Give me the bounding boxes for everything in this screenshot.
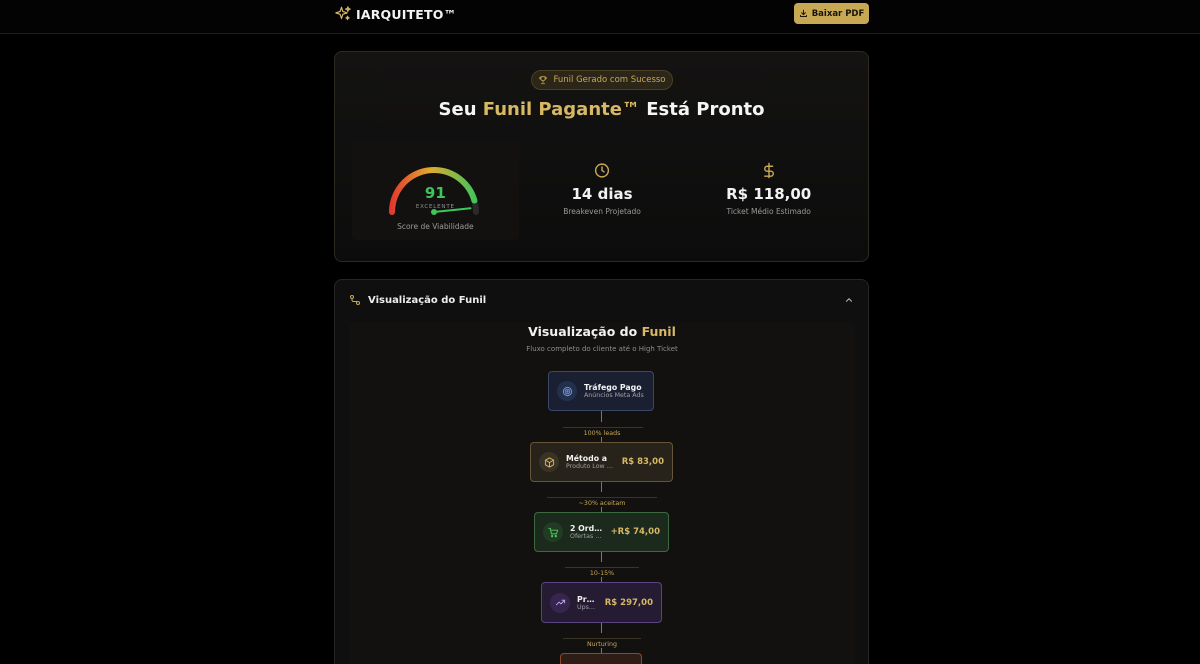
funnel-node-traffic[interactable]: Tráfego Pago Anúncios Meta Ads (548, 371, 654, 411)
node-subtitle: Upsell... (577, 603, 598, 611)
funnel-visualization: Visualização do Funil Fluxo completo do … (349, 322, 855, 664)
viz-title-pre: Visualização do (528, 324, 638, 339)
chevron-up-icon[interactable] (844, 295, 854, 308)
viz-title: Visualização do Funil (349, 324, 855, 339)
ticket-metric: R$ 118,00 Ticket Médio Estimado (685, 140, 852, 240)
dollar-icon (763, 162, 774, 179)
node-subtitle: Ofertas no... (570, 533, 604, 540)
funnel-node-high-ticket[interactable] (560, 653, 642, 664)
cart-icon (543, 522, 563, 542)
node-price: +R$ 74,00 (610, 527, 660, 537)
funnel-section-header[interactable]: Visualização do Funil (349, 294, 486, 306)
title-highlight: Funil Pagante™ (482, 99, 640, 120)
breakeven-metric: 14 dias Breakeven Projetado (519, 140, 686, 240)
score-metric: 91 EXCELENTE Score de Viabilidade (352, 140, 519, 240)
funnel-node-low-ticket[interactable]: Método a Produto Low T... R$ 83,00 (530, 442, 673, 482)
node-title: Método a (566, 454, 608, 463)
node-title: Pro... (577, 594, 598, 604)
brand-name: IARQUITETO™ (356, 6, 457, 22)
workflow-icon (350, 295, 360, 305)
node-price: R$ 297,00 (604, 597, 653, 608)
connector-label: 100% leads (579, 430, 625, 437)
title-pre: Seu (438, 99, 477, 120)
metrics-row: 91 EXCELENTE Score de Viabilidade 14 dia… (352, 140, 852, 240)
funnel-connector: Nurturing (539, 623, 665, 653)
node-price: R$ 83,00 (621, 457, 664, 467)
connector-label: ~30% aceitam (574, 500, 630, 507)
trophy-icon (539, 76, 548, 85)
score-tag: EXCELENTE (415, 204, 455, 210)
node-subtitle: Produto Low T... (566, 463, 615, 470)
funnel-connector: ~30% aceitam (539, 482, 665, 512)
score-value: 91 (424, 184, 446, 202)
connector-label: Nurturing (582, 641, 622, 648)
brand[interactable]: IARQUITETO™ (334, 5, 456, 23)
score-label: Score de Viabilidade (397, 222, 474, 231)
success-badge: Funil Gerado com Sucesso (531, 70, 673, 90)
page-title: Seu Funil Pagante™ Está Pronto (335, 99, 868, 120)
download-pdf-label: Baixar PDF (811, 8, 865, 19)
funnel-connector: 10-15% (539, 552, 665, 582)
ticket-label: Ticket Médio Estimado (726, 207, 811, 216)
title-post: Está Pronto (646, 99, 765, 120)
funnel-node-upsell[interactable]: Pro... Upsell... R$ 297,00 (541, 582, 662, 623)
breakeven-value: 14 dias (571, 185, 633, 203)
clock-icon (594, 163, 610, 178)
trending-up-icon (550, 592, 570, 613)
top-bar: IARQUITETO™ Baixar PDF (0, 0, 1200, 34)
node-title: 2 Order... (570, 524, 604, 533)
package-icon (539, 452, 559, 472)
ticket-value: R$ 118,00 (726, 185, 812, 203)
connector-label: 10-15% (585, 570, 619, 577)
summary-card: Funil Gerado com Sucesso Seu Funil Pagan… (334, 51, 869, 262)
download-icon (799, 9, 807, 17)
node-title: Tráfego Pago (584, 383, 642, 392)
viz-subtitle: Fluxo completo do cliente até o High Tic… (526, 345, 678, 353)
success-badge-label: Funil Gerado com Sucesso (553, 75, 666, 85)
sparkles-icon (334, 5, 352, 23)
funnel-card: Visualização do Funil Visualização do Fu… (334, 279, 869, 664)
node-subtitle: Anúncios Meta Ads (584, 392, 644, 399)
funnel-connector: 100% leads (539, 411, 665, 442)
breakeven-label: Breakeven Projetado (563, 207, 641, 216)
download-pdf-button[interactable]: Baixar PDF (794, 3, 869, 24)
funnel-section-title: Visualização do Funil (368, 294, 487, 306)
viz-title-highlight: Funil (641, 324, 676, 339)
target-icon (557, 381, 577, 401)
funnel-node-order-bump[interactable]: 2 Order... Ofertas no... +R$ 74,00 (534, 512, 669, 552)
